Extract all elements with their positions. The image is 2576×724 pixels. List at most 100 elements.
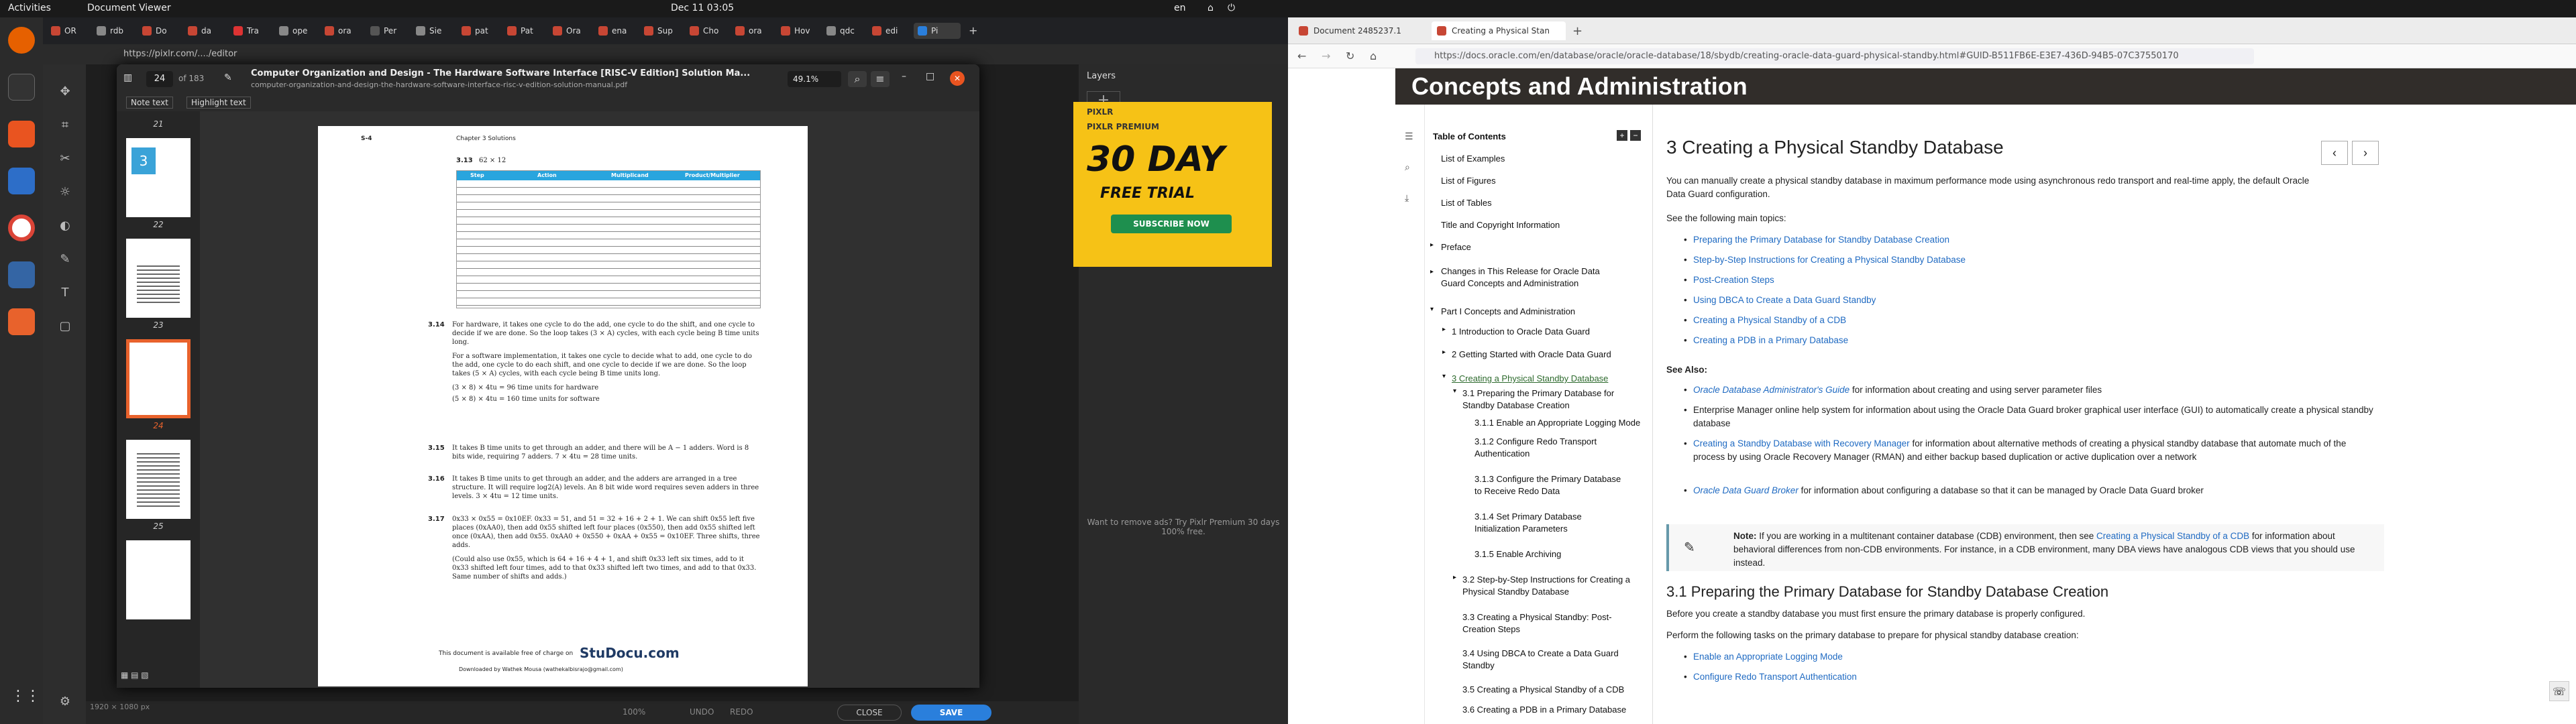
browser-tab[interactable]: da xyxy=(184,23,227,39)
undo-button[interactable]: UNDO xyxy=(690,707,714,717)
remove-ads-text[interactable]: Want to remove ads? Try Pixlr Premium 30… xyxy=(1079,518,1288,536)
redo-button[interactable]: REDO xyxy=(730,707,753,717)
adjust-tool-icon[interactable]: ☼ xyxy=(58,185,72,200)
text-editor-icon[interactable] xyxy=(8,261,35,288)
topic-link[interactable]: Step-by-Step Instructions for Creating a… xyxy=(1684,253,1966,267)
thumbnail-25[interactable] xyxy=(126,440,191,519)
note-link[interactable]: Creating a Physical Standby of a CDB xyxy=(2096,531,2249,541)
topic-link[interactable]: Creating a PDB in a Primary Database xyxy=(1684,334,1848,347)
toc-item[interactable]: 3.3 Creating a Physical Standby: Post-Cr… xyxy=(1462,611,1630,636)
browser-tab-active[interactable]: Creating a Physical Stan xyxy=(1432,21,1566,40)
collapse-all-icon[interactable]: − xyxy=(1630,130,1641,141)
toc-item[interactable]: 3.1.5 Enable Archiving xyxy=(1474,548,1561,560)
toc-item[interactable]: 3.1.3 Configure the Primary Database to … xyxy=(1474,473,1622,497)
thumbnail-22[interactable]: 3 xyxy=(126,138,191,217)
thumbnail-24-selected[interactable] xyxy=(126,339,191,418)
ad-banner[interactable]: PIXLR PIXLR PREMIUM 30 DAY FREE TRIAL SU… xyxy=(1073,102,1272,267)
toc-item[interactable]: 3.2 Step-by-Step Instructions for Creati… xyxy=(1462,574,1630,598)
topic-link[interactable]: Preparing the Primary Database for Stand… xyxy=(1684,233,1949,247)
ad-subscribe-button[interactable]: SUBSCRIBE NOW xyxy=(1111,215,1232,233)
browser-tab[interactable]: Cho xyxy=(686,23,729,39)
arrange-tool-icon[interactable]: ✥ xyxy=(58,84,72,99)
chevron-down-icon[interactable]: ▾ xyxy=(1430,306,1434,313)
browser-tab-active[interactable]: Pi xyxy=(914,23,961,39)
browser-tab[interactable]: qdc xyxy=(822,23,865,39)
toc-item[interactable]: Preface xyxy=(1441,241,1471,253)
browser-tab[interactable]: Document 2485237.1 xyxy=(1293,21,1428,40)
browser-tab[interactable]: ora xyxy=(731,23,774,39)
language-indicator[interactable]: en xyxy=(1174,3,1186,13)
feedback-icon[interactable]: ☏ xyxy=(2549,681,2569,701)
minimize-icon[interactable]: – xyxy=(902,71,906,82)
toc-item[interactable]: List of Examples xyxy=(1441,153,1505,165)
chrome-icon[interactable] xyxy=(8,215,35,241)
text-tool-icon[interactable]: T xyxy=(58,286,72,300)
app-menu[interactable]: Document Viewer xyxy=(87,3,171,13)
toc-list-icon[interactable]: ☰ xyxy=(1405,131,1413,142)
toc-item[interactable]: Title and Copyright Information xyxy=(1441,219,1560,231)
topic-link[interactable]: Creating a Physical Standby of a CDB xyxy=(1684,314,1846,327)
search-icon[interactable]: ⌕ xyxy=(1405,162,1410,173)
terminal-icon[interactable] xyxy=(8,74,35,101)
power-icon[interactable]: ⏻ xyxy=(1228,3,1235,13)
home-icon[interactable]: ⌂ xyxy=(1370,50,1377,62)
close-button[interactable]: CLOSE xyxy=(837,705,902,721)
network-icon[interactable]: ⌂ xyxy=(1208,3,1214,13)
new-tab-icon[interactable]: + xyxy=(1572,24,1582,38)
zoom-select[interactable]: 49.1% xyxy=(788,71,841,87)
topic-link[interactable]: Post-Creation Steps xyxy=(1684,274,1774,287)
toc-item[interactable]: List of Figures xyxy=(1441,175,1496,187)
browser-tab[interactable]: Sie xyxy=(412,23,455,39)
toc-item-current[interactable]: 3 Creating a Physical Standby Database xyxy=(1452,373,1608,385)
chevron-right-icon[interactable]: ▸ xyxy=(1442,349,1446,356)
url-field[interactable]: https://pixlr.com/..../editor xyxy=(123,49,237,59)
settings-icon[interactable]: ⚙ xyxy=(58,695,72,709)
toc-item[interactable]: List of Tables xyxy=(1441,197,1492,209)
chevron-right-icon[interactable]: ▸ xyxy=(1453,574,1456,581)
browser-tab[interactable]: Sup xyxy=(640,23,683,39)
search-icon[interactable]: ⌕ xyxy=(848,71,867,87)
toc-item[interactable]: 2 Getting Started with Oracle Data Guard xyxy=(1452,349,1611,361)
next-page-button[interactable]: › xyxy=(2352,141,2379,165)
expand-all-icon[interactable]: + xyxy=(1617,130,1627,141)
save-button[interactable]: SAVE xyxy=(911,705,991,721)
firefox-icon[interactable] xyxy=(8,27,35,54)
toc-item[interactable]: 3.5 Creating a Physical Standby of a CDB xyxy=(1462,684,1624,696)
pdf-page[interactable]: S-4 Chapter 3 Solutions 3.13 62 × 12 Ste… xyxy=(318,126,808,686)
browser-tab[interactable]: ena xyxy=(594,23,637,39)
prev-page-button[interactable]: ‹ xyxy=(2321,141,2348,165)
browser-tab[interactable]: ora xyxy=(321,23,364,39)
task-link[interactable]: Enable an Appropriate Logging Mode xyxy=(1684,650,1843,664)
chevron-right-icon[interactable]: ▸ xyxy=(1430,241,1434,249)
clock[interactable]: Dec 11 03:05 xyxy=(671,3,734,13)
toc-item[interactable]: 3.1.4 Set Primary Database Initializatio… xyxy=(1474,511,1622,535)
new-tab-icon[interactable]: + xyxy=(969,24,977,37)
browser-tab[interactable]: OR xyxy=(47,23,90,39)
document-viewer-icon[interactable] xyxy=(8,308,35,335)
thumbnail-23[interactable] xyxy=(126,239,191,318)
app-store-icon[interactable] xyxy=(8,121,35,147)
url-field[interactable]: https://docs.oracle.com/en/database/orac… xyxy=(1415,48,2254,64)
see-also-link[interactable]: Oracle Database Administrator's Guide xyxy=(1693,385,1849,395)
annotate-icon[interactable]: ✎ xyxy=(224,72,232,83)
highlight-text-button[interactable]: Highlight text xyxy=(186,97,251,109)
browser-tab[interactable]: Do xyxy=(138,23,181,39)
toc-item[interactable]: 3.1.1 Enable an Appropriate Logging Mode xyxy=(1474,417,1640,429)
studocu-logo[interactable]: StuDocu.com xyxy=(580,645,680,661)
topic-link[interactable]: Using DBCA to Create a Data Guard Standb… xyxy=(1684,294,1876,307)
toc-item[interactable]: 3.1 Preparing the Primary Database for S… xyxy=(1462,387,1630,412)
page-number-input[interactable]: 24 xyxy=(146,71,173,87)
close-window-icon[interactable]: ✕ xyxy=(950,71,965,86)
browser-tab[interactable]: pat xyxy=(458,23,500,39)
toc-item[interactable]: 3.6 Creating a PDB in a Primary Database xyxy=(1462,704,1626,716)
crop-tool-icon[interactable]: ⌗ xyxy=(58,118,72,133)
chevron-down-icon[interactable]: ▾ xyxy=(1442,373,1446,380)
toc-item[interactable]: Part I Concepts and Administration xyxy=(1441,306,1575,318)
browser-tab[interactable]: Ora xyxy=(549,23,592,39)
show-apps-icon[interactable]: ⋮⋮ xyxy=(11,688,40,709)
see-also-link[interactable]: Creating a Standby Database with Recover… xyxy=(1693,438,1910,448)
browser-tab[interactable]: Pat xyxy=(503,23,546,39)
browser-tab[interactable]: edi xyxy=(868,23,911,39)
task-link[interactable]: Configure Redo Transport Authentication xyxy=(1684,670,1857,684)
chevron-down-icon[interactable]: ▾ xyxy=(1453,387,1456,395)
